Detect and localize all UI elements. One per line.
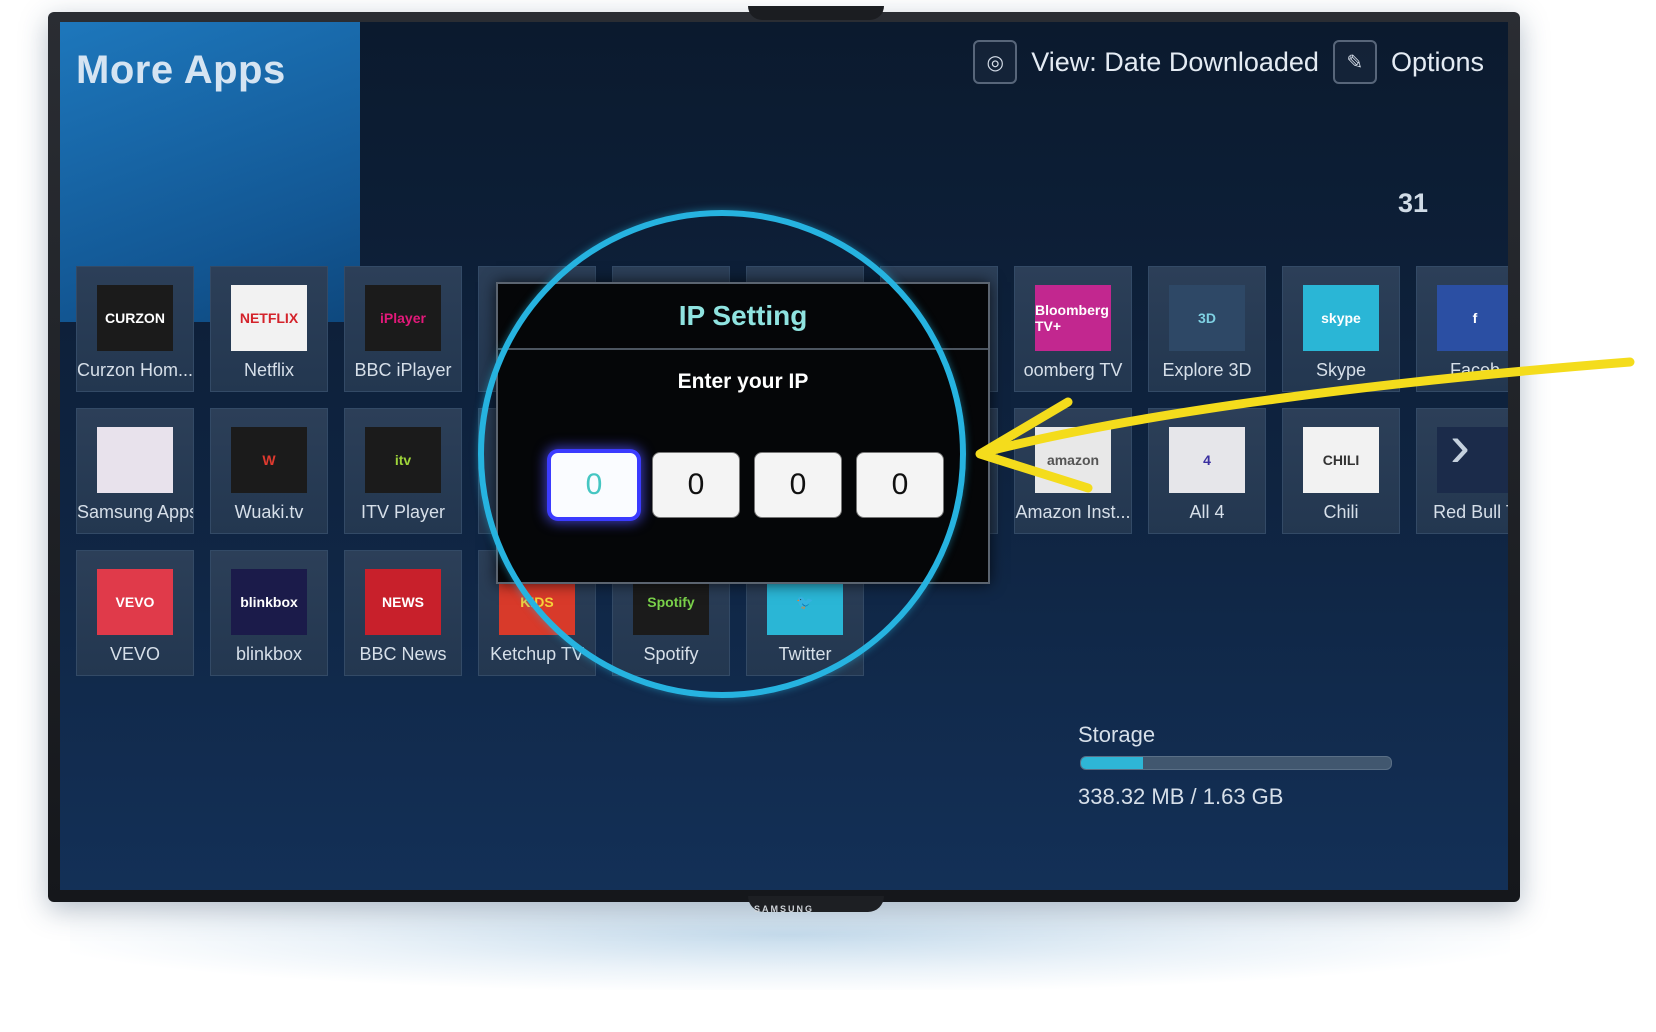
app-tile[interactable]: Bloomberg TV+ oomberg TV bbox=[1014, 266, 1132, 392]
app-logo-icon: skype bbox=[1303, 285, 1379, 351]
dialog-prompt: Enter your IP bbox=[677, 370, 809, 393]
app-name: Chili bbox=[1323, 502, 1359, 522]
app-tile[interactable]: W Wuaki.tv bbox=[210, 408, 328, 534]
ip-octet-3-input[interactable]: 0 bbox=[754, 452, 842, 518]
app-logo-icon: itv bbox=[365, 427, 441, 493]
app-logo-icon: NETFLIX bbox=[231, 285, 307, 351]
app-logo-icon: 4 bbox=[1169, 427, 1245, 493]
ip-setting-dialog: IP Setting Enter your IP 0 0 0 0 bbox=[496, 282, 990, 584]
app-tile[interactable]: Samsung Apps bbox=[76, 408, 194, 534]
app-tile[interactable]: 4 All 4 bbox=[1148, 408, 1266, 534]
app-tile[interactable]: f Faceb bbox=[1416, 266, 1508, 392]
app-name: BBC News bbox=[359, 644, 447, 664]
app-name: Samsung Apps bbox=[77, 502, 193, 522]
ip-octet-1-input[interactable]: 0 bbox=[550, 452, 638, 518]
app-name: Curzon Hom... bbox=[77, 360, 193, 380]
app-logo-icon: W bbox=[231, 427, 307, 493]
app-tile[interactable]: skype Skype bbox=[1282, 266, 1400, 392]
ip-octet-2-input[interactable]: 0 bbox=[652, 452, 740, 518]
app-name: Faceb bbox=[1449, 360, 1501, 380]
app-logo-icon bbox=[97, 427, 173, 493]
app-tile[interactable]: blinkbox blinkbox bbox=[210, 550, 328, 676]
top-toolbar: ◎ View: Date Downloaded ✎ Options bbox=[973, 40, 1484, 84]
storage-bar bbox=[1080, 756, 1392, 770]
dialog-title: IP Setting bbox=[498, 284, 988, 350]
app-name: Ketchup TV bbox=[490, 644, 584, 664]
app-tile[interactable]: NETFLIX Netflix bbox=[210, 266, 328, 392]
app-name: Skype bbox=[1315, 360, 1367, 380]
app-name: blinkbox bbox=[235, 644, 303, 664]
view-icon: ◎ bbox=[973, 40, 1018, 84]
app-logo-icon: blinkbox bbox=[231, 569, 307, 635]
app-name: BBC iPlayer bbox=[354, 360, 452, 380]
app-tile[interactable]: NEWS BBC News bbox=[344, 550, 462, 676]
page-title: More Apps bbox=[76, 48, 286, 92]
tv-brand-label: SAMSUNG bbox=[753, 904, 814, 914]
app-tile[interactable]: CHILI Chili bbox=[1282, 408, 1400, 534]
app-tile[interactable]: amazon Amazon Inst... bbox=[1014, 408, 1132, 534]
app-logo-icon: CURZON bbox=[97, 285, 173, 351]
app-logo-icon: VEVO bbox=[97, 569, 173, 635]
view-sort-button[interactable]: ◎ View: Date Downloaded bbox=[973, 40, 1319, 84]
app-name: Spotify bbox=[643, 644, 699, 664]
app-logo-icon: CHILI bbox=[1303, 427, 1379, 493]
app-tile[interactable]: iPlayer BBC iPlayer bbox=[344, 266, 462, 392]
app-tile[interactable]: VEVO VEVO bbox=[76, 550, 194, 676]
view-sort-label: View: Date Downloaded bbox=[1031, 46, 1319, 77]
storage-value: 338.32 MB / 1.63 GB bbox=[1078, 784, 1284, 809]
tv-camera-notch bbox=[748, 6, 884, 20]
storage-label: Storage bbox=[1078, 722, 1156, 747]
app-name: Red Bull T bbox=[1433, 502, 1508, 522]
app-name: VEVO bbox=[109, 644, 161, 664]
app-name: oomberg TV bbox=[1023, 360, 1123, 380]
options-label: Options bbox=[1390, 46, 1484, 77]
app-logo-icon: f bbox=[1437, 285, 1508, 351]
edit-icon: ✎ bbox=[1332, 40, 1377, 84]
app-name: Explore 3D bbox=[1162, 360, 1252, 380]
app-tile[interactable]: CURZON Curzon Hom... bbox=[76, 266, 194, 392]
app-name: Wuaki.tv bbox=[234, 502, 304, 522]
options-button[interactable]: ✎ Options bbox=[1332, 40, 1484, 84]
ip-octet-4-input[interactable]: 0 bbox=[856, 452, 944, 518]
app-name: ITV Player bbox=[360, 502, 446, 522]
page-count: 31 bbox=[1397, 188, 1428, 218]
app-logo-icon: Bloomberg TV+ bbox=[1035, 285, 1111, 351]
storage-bar-fill bbox=[1081, 757, 1143, 769]
app-name: Twitter bbox=[778, 644, 832, 664]
app-name: Netflix bbox=[243, 360, 294, 380]
app-logo-icon: NEWS bbox=[365, 569, 441, 635]
app-tile[interactable]: 3D Explore 3D bbox=[1148, 266, 1266, 392]
app-tile[interactable]: itv ITV Player bbox=[344, 408, 462, 534]
app-logo-icon: iPlayer bbox=[365, 285, 441, 351]
app-name: Amazon Inst... bbox=[1015, 502, 1131, 522]
tv-screen: More Apps ◎ View: Date Downloaded ✎ Opti… bbox=[60, 22, 1508, 890]
app-logo-icon: amazon bbox=[1035, 427, 1111, 493]
app-name: All 4 bbox=[1189, 502, 1225, 522]
next-page-arrow[interactable]: › bbox=[1450, 416, 1494, 476]
app-logo-icon: 3D bbox=[1169, 285, 1245, 351]
